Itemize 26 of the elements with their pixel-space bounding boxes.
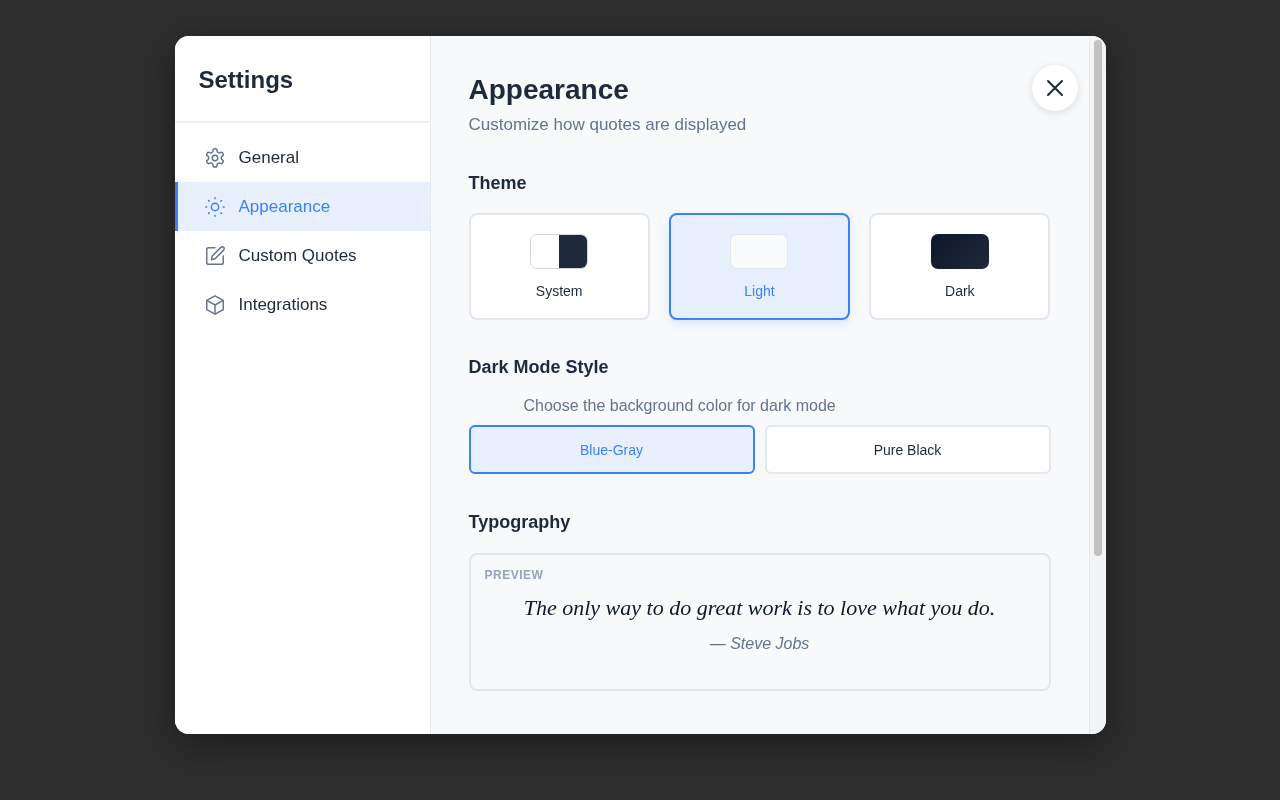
dark-swatch-icon — [930, 234, 989, 269]
sidebar-item[interactable]: Custom Quotes — [174, 231, 430, 280]
close-icon — [1044, 78, 1065, 98]
section-heading: Dark Mode Style — [468, 357, 609, 378]
close-button[interactable] — [1031, 65, 1078, 111]
section-description: Choose the background color for dark mode — [523, 397, 836, 415]
theme-option[interactable]: System — [468, 213, 650, 320]
split-swatch-icon — [530, 234, 589, 269]
sun-icon — [203, 195, 226, 218]
page-subtitle: Customize how quotes are displayed — [468, 115, 747, 135]
sidebar-item[interactable]: General — [174, 133, 430, 182]
theme-option[interactable]: Dark — [869, 213, 1051, 320]
page-title: Appearance — [468, 74, 629, 106]
settings-icon — [203, 146, 226, 169]
sidebar-title: Settings — [174, 36, 430, 123]
cube-icon — [203, 293, 226, 316]
quote-author: — Steve Jobs — [708, 635, 811, 653]
preview-label: PREVIEW — [484, 568, 544, 582]
edit-icon — [203, 244, 226, 267]
scrollbar-thumb[interactable] — [1093, 40, 1102, 556]
light-swatch-icon — [730, 234, 789, 269]
style-option[interactable]: Pure Black — [764, 425, 1051, 474]
sidebar-item[interactable]: Integrations — [174, 280, 430, 329]
section-heading: Typography — [468, 512, 571, 533]
quote-text: The only way to do great work is to love what you do. — [522, 595, 997, 621]
section-heading: Theme — [468, 173, 527, 194]
